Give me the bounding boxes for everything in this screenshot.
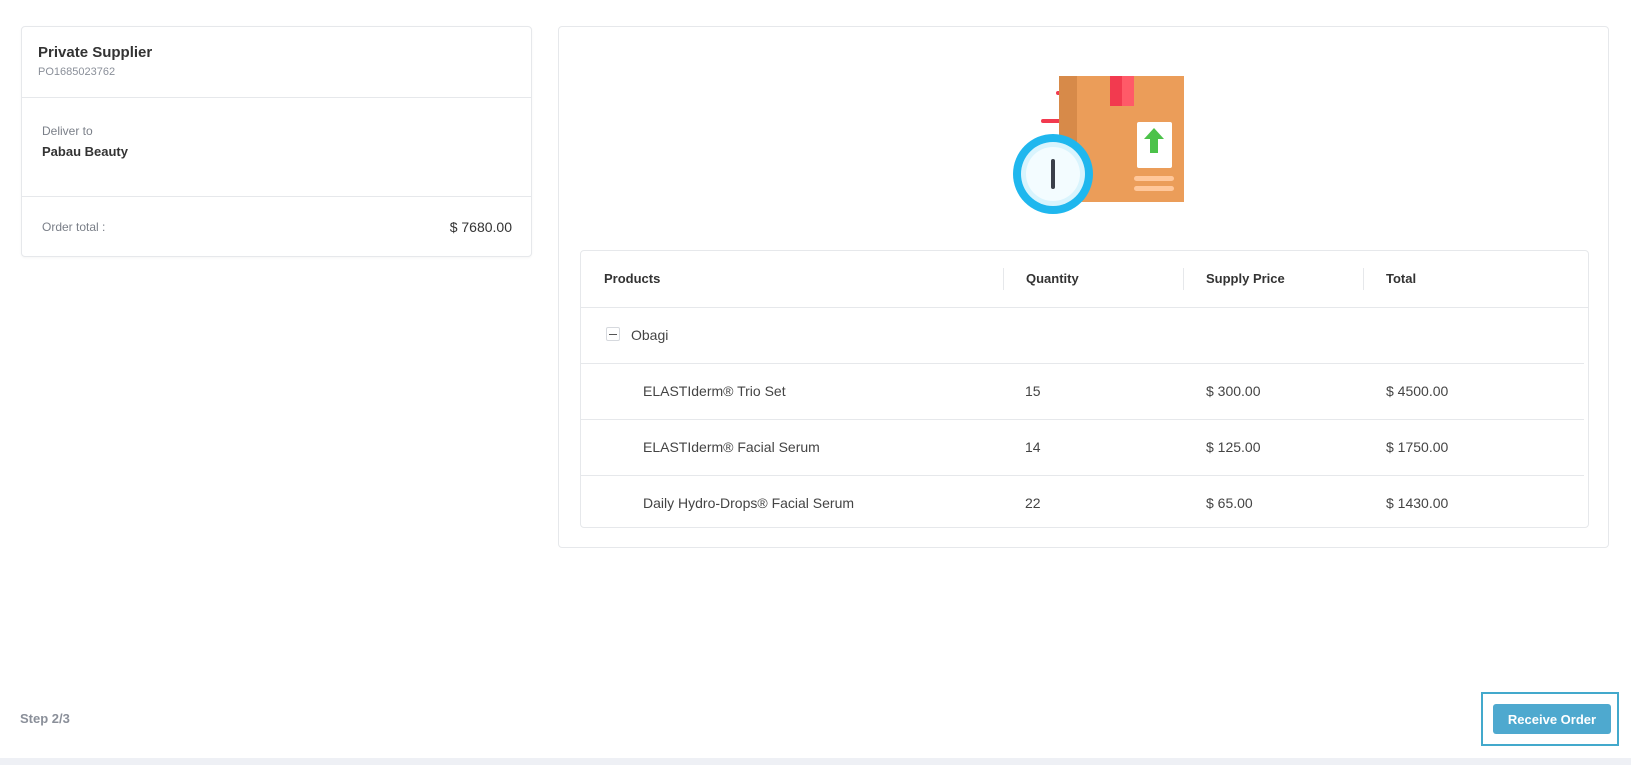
column-header-total: Total — [1386, 271, 1417, 286]
table-row: Daily Hydro-Drops® Facial Serum 22 $ 65.… — [581, 476, 1584, 531]
product-quantity: 15 — [1025, 383, 1041, 399]
deliver-section: Deliver to Pabau Beauty — [22, 98, 531, 197]
order-summary-card: Private Supplier PO1685023762 Deliver to… — [21, 26, 532, 257]
column-header-products: Products — [604, 271, 661, 286]
package-clock-icon — [994, 51, 1186, 226]
table-row: ELASTIderm® Trio Set 15 $ 300.00 $ 4500.… — [581, 364, 1584, 420]
group-row-obagi: Obagi — [581, 308, 1584, 364]
group-label: Obagi — [631, 327, 669, 343]
po-number: PO1685023762 — [38, 66, 116, 78]
product-quantity: 14 — [1025, 439, 1041, 455]
column-header-supply-price: Supply Price — [1206, 271, 1285, 286]
table-row: ELASTIderm® Facial Serum 14 $ 125.00 $ 1… — [581, 420, 1584, 476]
order-total-value: $ 7680.00 — [449, 219, 512, 235]
column-divider — [1003, 268, 1004, 290]
product-quantity: 22 — [1025, 495, 1041, 511]
product-name: ELASTIderm® Facial Serum — [643, 439, 820, 455]
column-divider — [1363, 268, 1364, 290]
supplier-header: Private Supplier PO1685023762 — [22, 27, 531, 98]
product-supply-price: $ 65.00 — [1206, 495, 1253, 511]
order-total-label: Order total : — [42, 220, 106, 234]
deliver-to-value: Pabau Beauty — [42, 144, 128, 159]
product-name: Daily Hydro-Drops® Facial Serum — [643, 495, 855, 511]
products-table: Products Quantity Supply Price Total Oba… — [580, 250, 1589, 528]
column-header-quantity: Quantity — [1026, 271, 1079, 286]
product-supply-price: $ 300.00 — [1206, 383, 1261, 399]
order-total-section: Order total : $ 7680.00 — [22, 197, 531, 257]
bottom-bar — [0, 758, 1631, 765]
product-total: $ 1430.00 — [1386, 495, 1449, 511]
step-indicator: Step 2/3 — [20, 711, 70, 726]
order-details-panel: Products Quantity Supply Price Total Oba… — [558, 26, 1609, 548]
receive-order-button[interactable]: Receive Order — [1493, 704, 1611, 734]
supplier-name: Private Supplier — [38, 44, 153, 61]
table-header: Products Quantity Supply Price Total — [581, 251, 1588, 308]
deliver-to-label: Deliver to — [42, 124, 93, 138]
product-name: ELASTIderm® Trio Set — [643, 383, 786, 399]
column-divider — [1183, 268, 1184, 290]
product-total: $ 4500.00 — [1386, 383, 1449, 399]
receive-order-focus-ring: Receive Order — [1481, 692, 1619, 746]
minus-icon[interactable] — [606, 327, 620, 341]
product-total: $ 1750.00 — [1386, 439, 1449, 455]
product-supply-price: $ 125.00 — [1206, 439, 1261, 455]
